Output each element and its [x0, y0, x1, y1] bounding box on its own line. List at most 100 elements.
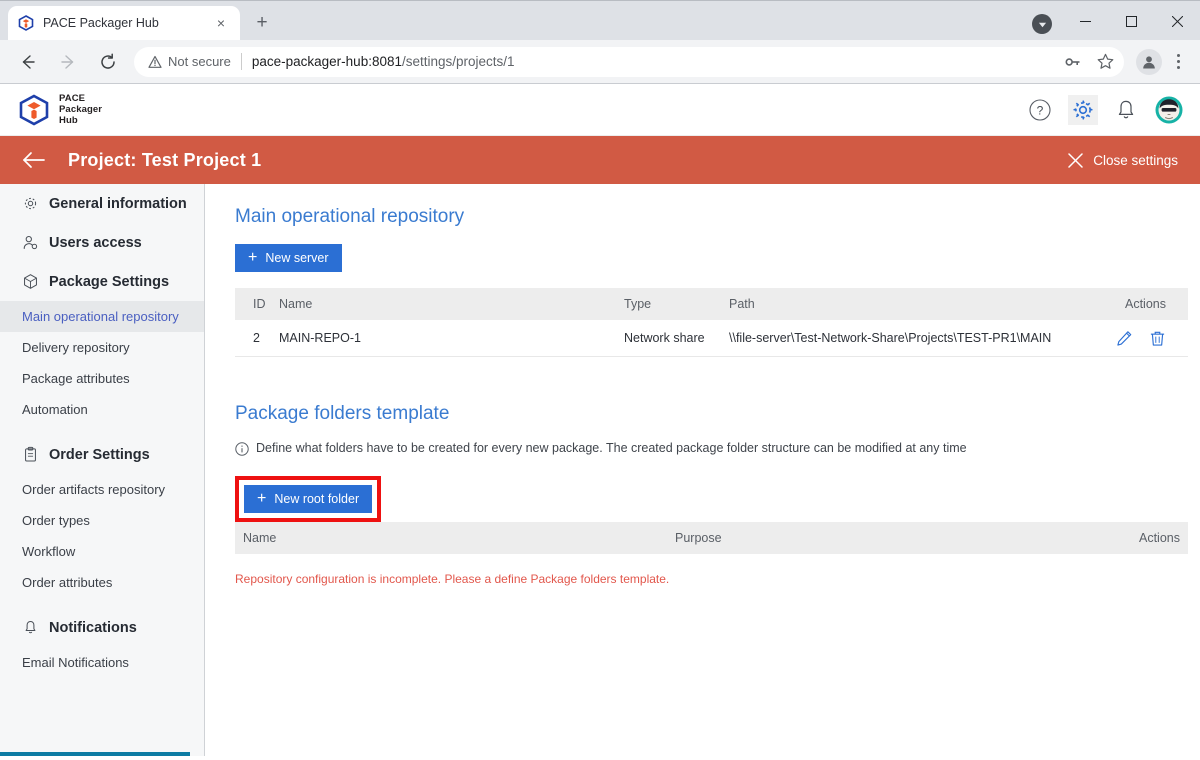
sidebar-item-package-attributes[interactable]: Package attributes — [0, 363, 204, 394]
app-header: PACE Packager Hub ? — [0, 84, 1200, 136]
omnibox-divider — [240, 53, 242, 70]
bell-icon — [22, 619, 39, 636]
sidebar-group-notifications[interactable]: Notifications — [0, 608, 204, 647]
folders-section-title: Package folders template — [235, 403, 450, 424]
new-server-label: New server — [265, 251, 329, 265]
repo-section: Main operational repository + New server… — [235, 206, 1188, 357]
brand-line-1: PACE — [59, 93, 86, 104]
help-icon[interactable]: ? — [1025, 95, 1055, 125]
application-window: PACE Packager Hub ? Project: Test Projec… — [0, 84, 1200, 756]
new-server-button[interactable]: + New server — [235, 244, 342, 272]
sidebar-horizontal-scrollbar[interactable] — [0, 752, 190, 756]
sidebar-group-label: Notifications — [49, 619, 137, 636]
pace-cube-favicon — [18, 15, 34, 31]
brand-text: PACE Packager Hub — [59, 93, 102, 126]
browser-chrome: PACE Packager Hub × + Not secure pace-pa… — [0, 0, 1200, 84]
new-root-folder-button[interactable]: + New root folder — [244, 485, 373, 513]
window-controls — [1062, 1, 1200, 41]
browser-tabstrip: PACE Packager Hub × + — [0, 0, 1200, 40]
cell-type: Network share — [624, 331, 705, 345]
column-header-name: Name — [243, 531, 277, 545]
cell-name: MAIN-REPO-1 — [279, 331, 361, 345]
reload-button[interactable] — [92, 46, 124, 78]
close-icon — [1068, 152, 1083, 168]
new-tab-button[interactable]: + — [248, 9, 276, 37]
sidebar-group-order-settings[interactable]: Order Settings — [0, 435, 204, 474]
table-row[interactable]: 2 MAIN-REPO-1 Network share \\file-serve… — [235, 320, 1188, 357]
folders-table: Name Purpose Actions — [235, 522, 1188, 554]
main-content: Main operational repository + New server… — [205, 184, 1200, 756]
browser-toolbar: Not secure pace-packager-hub:8081/settin… — [0, 40, 1200, 84]
download-chevron-icon[interactable] — [1032, 14, 1052, 34]
folders-table-header: Name Purpose Actions — [235, 522, 1188, 554]
page-title: Project: Test Project 1 — [68, 149, 262, 170]
bell-icon[interactable] — [1111, 95, 1141, 125]
sidebar-group-label: Package Settings — [49, 273, 170, 290]
back-arrow-icon[interactable] — [22, 150, 46, 170]
folders-section: Package folders template Define what fol… — [235, 403, 1188, 586]
sidebar-item-email-notifications[interactable]: Email Notifications — [0, 647, 204, 678]
window-maximize-button[interactable] — [1108, 1, 1154, 41]
column-header-actions: Actions — [1125, 297, 1166, 311]
window-close-button[interactable] — [1154, 1, 1200, 41]
url-host: pace-packager-hub:8081 — [251, 54, 402, 69]
sidebar-item-workflow[interactable]: Workflow — [0, 536, 204, 567]
sidebar: General information Users access Package… — [0, 184, 205, 756]
column-header-type: Type — [624, 297, 652, 311]
repo-section-title: Main operational repository — [235, 206, 465, 227]
browser-tab[interactable]: PACE Packager Hub × — [8, 6, 240, 40]
repo-table-header: ID Name Type Path Actions — [235, 288, 1188, 320]
address-bar[interactable]: Not secure pace-packager-hub:8081/settin… — [134, 46, 1124, 77]
star-icon[interactable] — [1097, 53, 1114, 70]
sidebar-group-label: General information — [49, 195, 187, 212]
close-settings-label: Close settings — [1093, 152, 1178, 168]
sidebar-group-users-access[interactable]: Users access — [0, 223, 204, 262]
cell-id: 2 — [253, 331, 260, 345]
pace-cube-logo-icon — [18, 94, 50, 126]
gear-icon — [22, 195, 39, 212]
sidebar-item-delivery-repository[interactable]: Delivery repository — [0, 332, 204, 363]
column-header-id: ID — [253, 297, 266, 311]
edit-pencil-icon[interactable] — [1116, 330, 1133, 347]
hint-text: Define what folders have to be created f… — [256, 441, 967, 455]
warning-triangle-icon — [148, 55, 162, 68]
svg-text:?: ? — [1037, 103, 1044, 117]
sidebar-item-main-operational-repository[interactable]: Main operational repository — [0, 301, 204, 332]
project-bar-left: Project: Test Project 1 — [22, 150, 261, 171]
browser-profile-avatar[interactable] — [1136, 48, 1162, 75]
sidebar-item-order-artifacts-repository[interactable]: Order artifacts repository — [0, 474, 204, 505]
cell-actions — [1093, 330, 1188, 347]
avatar[interactable] — [1154, 95, 1184, 125]
app-body: General information Users access Package… — [0, 184, 1200, 756]
back-button[interactable] — [12, 46, 44, 78]
key-icon[interactable] — [1065, 54, 1081, 70]
plus-icon: + — [248, 249, 258, 266]
column-header-purpose: Purpose — [675, 531, 722, 545]
column-header-actions: Actions — [1139, 531, 1180, 545]
gear-icon[interactable] — [1068, 94, 1098, 125]
column-header-path: Path — [729, 297, 755, 311]
kebab-menu-icon[interactable] — [1164, 54, 1192, 69]
forward-button[interactable] — [52, 46, 84, 78]
sidebar-item-order-types[interactable]: Order types — [0, 505, 204, 536]
close-settings-button[interactable]: Close settings — [1068, 153, 1184, 168]
sidebar-item-automation[interactable]: Automation — [0, 394, 204, 425]
omnibox-actions — [1065, 53, 1114, 70]
users-access-icon — [22, 234, 39, 251]
project-bar: Project: Test Project 1 Close settings — [0, 136, 1200, 184]
security-indicator[interactable]: Not secure — [148, 54, 231, 69]
window-minimize-button[interactable] — [1062, 1, 1108, 41]
sidebar-group-package-settings[interactable]: Package Settings — [0, 262, 204, 301]
sidebar-group-label: Users access — [49, 234, 142, 251]
repository-error-message: Repository configuration is incomplete. … — [235, 572, 670, 586]
sidebar-group-general-information[interactable]: General information — [0, 184, 204, 223]
folders-section-hint: Define what folders have to be created f… — [235, 441, 1184, 456]
url-path: /settings/projects/1 — [401, 54, 515, 69]
tab-close-icon[interactable]: × — [212, 14, 230, 32]
package-cube-icon — [22, 273, 39, 290]
sidebar-item-order-attributes[interactable]: Order attributes — [0, 567, 204, 598]
sidebar-group-label: Order Settings — [49, 446, 150, 463]
app-logo[interactable]: PACE Packager Hub — [18, 93, 102, 126]
delete-trash-icon[interactable] — [1149, 330, 1166, 347]
new-root-folder-highlight: + New root folder — [235, 476, 382, 522]
